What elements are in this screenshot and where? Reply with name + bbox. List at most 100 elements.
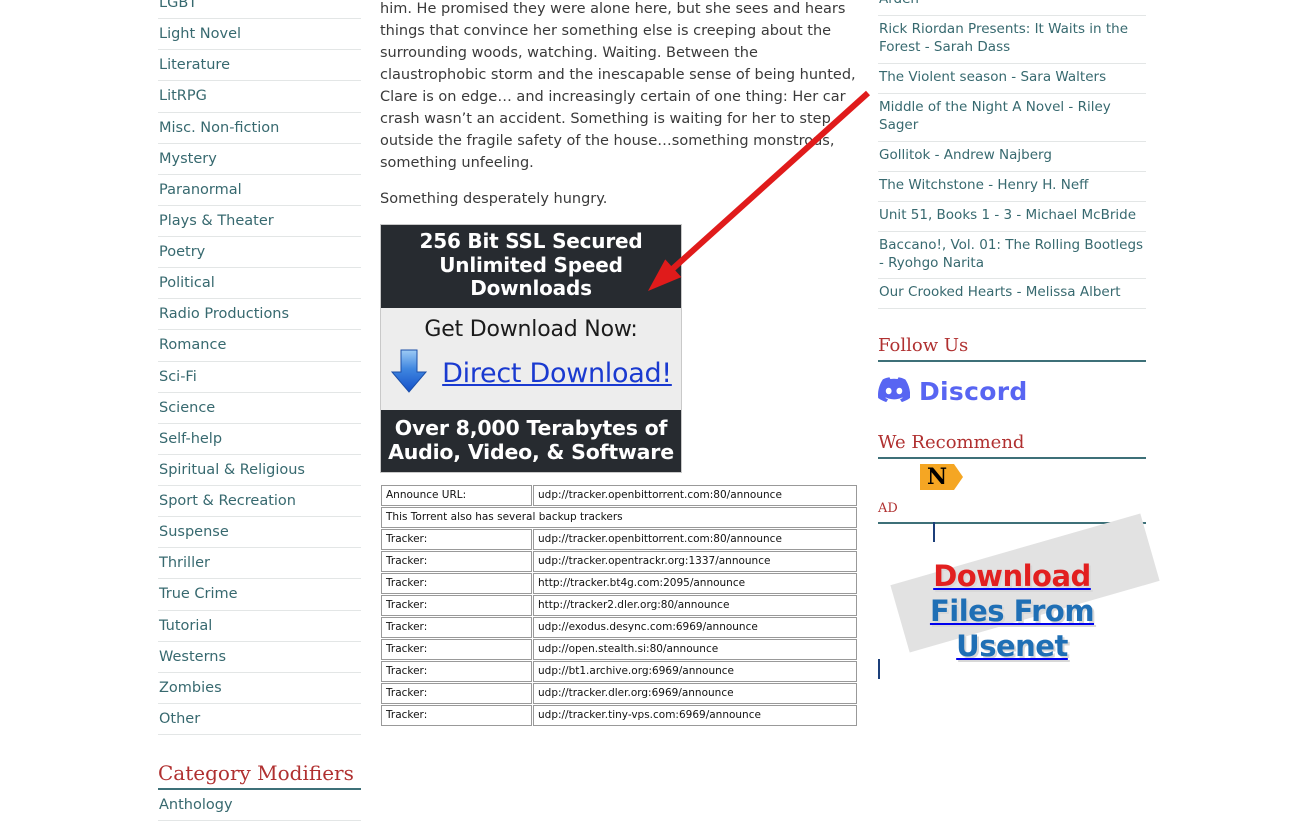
tracker-4-label: Tracker: [381,617,532,639]
book-link-2[interactable]: Middle of the Night A Novel - Riley Sage… [878,94,1146,141]
recent-books-list-partial: Arden [878,0,1146,16]
left-sidebar: LGBT Light Novel Literature LitRPG Misc. No… [158,0,361,821]
sidebar-item-22[interactable]: Other [158,704,361,734]
list-item[interactable]: Literature [158,50,361,82]
tracker-7-label: Tracker: [381,683,532,705]
book-link-5[interactable]: Unit 51, Books 1 - 3 - Michael McBride [878,202,1146,231]
download-ad-banner[interactable]: 256 Bit SSL Secured Unlimited Speed Down… [380,224,682,474]
sidebar-item-10[interactable]: Romance [158,330,361,360]
book-link-0[interactable]: Rick Riordan Presents: It Waits in the F… [878,16,1146,63]
list-item[interactable]: Anthology [158,790,361,821]
download-ad-bottom-line-1: Over 8,000 Terabytes of [394,416,668,441]
list-item[interactable]: Tutorial [158,611,361,642]
tracker-4-value: udp://exodus.desync.com:6969/announce [533,617,857,639]
tracker-5-value: udp://open.stealth.si:80/announce [533,639,857,661]
sidebar-item-2[interactable]: LitRPG [158,81,361,111]
list-item[interactable]: Sci-Fi [158,362,361,393]
sidebar-item-11[interactable]: Sci-Fi [158,362,361,392]
sidebar-item-13[interactable]: Self-help [158,424,361,454]
usenet-banner-ad[interactable]: Download Files From Usenet [878,513,1160,680]
book-link-1[interactable]: The Violent season - Sara Walters [878,64,1146,93]
list-item[interactable]: Science [158,393,361,424]
list-item[interactable]: Westerns [158,642,361,673]
discord-icon [878,377,911,406]
list-item[interactable]: Arden [878,0,1146,16]
list-item[interactable]: Zombies [158,673,361,704]
list-item[interactable]: The Violent season - Sara Walters [878,64,1146,94]
sidebar-item-6[interactable]: Plays & Theater [158,206,361,236]
sidebar-item-16[interactable]: Suspense [158,517,361,547]
list-item[interactable]: True Crime [158,579,361,611]
list-item[interactable]: Gollitok - Andrew Najberg [878,142,1146,172]
list-item[interactable]: Thriller [158,548,361,580]
book-link-4[interactable]: The Witchstone - Henry H. Neff [878,172,1146,201]
discord-link[interactable]: Discord [878,377,1146,406]
sidebar-modifier-0[interactable]: Anthology [158,790,361,820]
sidebar-item-20[interactable]: Westerns [158,642,361,672]
list-item[interactable]: Self-help [158,424,361,455]
table-row: Tracker: udp://open.stealth.si:80/announc… [381,639,857,661]
sidebar-item-14[interactable]: Spiritual & Religious [158,455,361,485]
tracker-6-value: udp://bt1.archive.org:6969/announce [533,661,857,683]
sidebar-item-1[interactable]: Literature [158,50,361,80]
sidebar-item-5[interactable]: Paranormal [158,175,361,205]
sidebar-item-15[interactable]: Sport & Recreation [158,486,361,516]
list-item[interactable]: LitRPG [158,81,361,113]
sidebar-item-0[interactable]: Light Novel [158,19,361,49]
list-item[interactable]: The Witchstone - Henry H. Neff [878,172,1146,202]
sidebar-item-19[interactable]: Tutorial [158,611,361,641]
usenet-ad-line-3: Usenet [956,629,1068,664]
sidebar-item-7[interactable]: Poetry [158,237,361,267]
list-item[interactable]: Suspense [158,517,361,549]
list-item[interactable]: Plays & Theater [158,206,361,237]
list-item[interactable]: Paranormal [158,175,361,206]
book-link-partial-top[interactable]: Arden [878,0,1146,15]
list-item[interactable]: Middle of the Night A Novel - Riley Sage… [878,94,1146,142]
ad-heading: AD [878,501,1146,525]
tracker-6-label: Tracker: [381,661,532,683]
sidebar-item-12[interactable]: Science [158,393,361,423]
direct-download-link[interactable]: Direct Download! [442,358,672,389]
download-ad-bottom-bar: Over 8,000 Terabytes of Audio, Video, & … [381,410,681,473]
sidebar-item-17[interactable]: Thriller [158,548,361,578]
list-item[interactable]: Other [158,704,361,735]
sidebar-item-4[interactable]: Mystery [158,144,361,174]
tracker-7-value: udp://tracker.dler.org:6969/announce [533,683,857,705]
follow-us-heading: Follow Us [878,335,1146,363]
usenet-ad-line-2: Files From [929,594,1095,629]
tracker-1-label: Tracker: [381,551,532,573]
follow-us-section: Follow Us Discord [878,335,1146,406]
book-link-7[interactable]: Our Crooked Hearts - Melissa Albert [878,279,1146,308]
we-recommend-section: We Recommend N LOYALNOVEL Read Web Novel… [878,432,1146,582]
book-link-3[interactable]: Gollitok - Andrew Najberg [878,142,1146,171]
list-item[interactable]: Radio Productions [158,299,361,331]
list-item[interactable]: Unit 51, Books 1 - 3 - Michael McBride [878,202,1146,232]
sidebar-item-lgbt[interactable]: LGBT [158,0,361,18]
list-item[interactable]: Light Novel [158,19,361,51]
list-item[interactable]: LGBT [158,0,361,20]
sidebar-item-9[interactable]: Radio Productions [158,299,361,329]
list-item[interactable]: Baccano!, Vol. 01: The Rolling Bootlegs … [878,232,1146,280]
list-item[interactable]: Misc. Non-fiction [158,113,361,144]
list-item[interactable]: Mystery [158,144,361,175]
list-item[interactable]: Poetry [158,237,361,269]
book-link-6[interactable]: Baccano!, Vol. 01: The Rolling Bootlegs … [878,232,1146,279]
sidebar-item-18[interactable]: True Crime [158,579,361,609]
sidebar-item-8[interactable]: Political [158,268,361,298]
sidebar-item-3[interactable]: Misc. Non-fiction [158,113,361,143]
download-ad-link-row: Direct Download! [381,348,681,398]
right-sidebar: Arden Rick Riordan Presents: It Waits in… [878,0,1160,680]
download-ad-top-line-1: 256 Bit SSL Secured [419,229,643,254]
table-row: Tracker: udp://exodus.desync.com:6969/ann… [381,617,857,639]
list-item[interactable]: Our Crooked Hearts - Melissa Albert [878,279,1146,310]
list-item[interactable]: Political [158,268,361,300]
list-item[interactable]: Rick Riordan Presents: It Waits in the F… [878,16,1146,64]
list-item[interactable]: Romance [158,330,361,362]
table-row: Tracker: http://tracker.bt4g.com:2095/ann… [381,573,857,595]
category-list-main: Light Novel Literature LitRPG Misc. Non-fic… [158,19,361,735]
tracker-0-label: Tracker: [381,529,532,551]
list-item[interactable]: Sport & Recreation [158,486,361,518]
list-item[interactable]: Spiritual & Religious [158,455,361,486]
sidebar-item-21[interactable]: Zombies [158,673,361,703]
download-ad-middle: Get Download Now: Direct Download! [381,308,681,411]
